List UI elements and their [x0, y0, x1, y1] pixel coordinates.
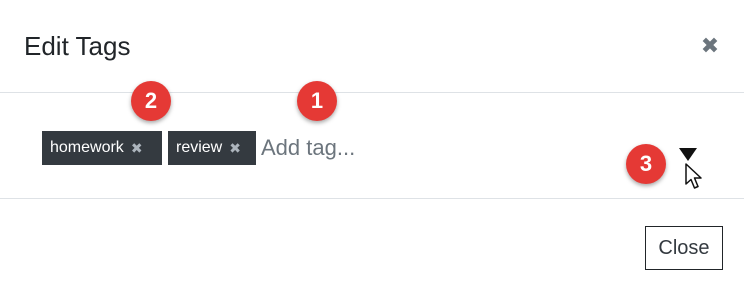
close-button[interactable]: Close: [645, 226, 723, 270]
annotation-badge-1: 1: [297, 81, 337, 121]
tag-remove-icon[interactable]: ✖: [229, 131, 241, 165]
tag-label: review: [176, 139, 223, 156]
annotation-badge-2: 2: [131, 81, 171, 121]
modal-footer: Close: [0, 199, 744, 293]
tag-chip-homework: homework ✖: [42, 131, 162, 165]
modal-header: Edit Tags ✖: [0, 0, 744, 93]
annotation-badge-3: 3: [626, 144, 666, 184]
modal-title: Edit Tags: [24, 31, 131, 61]
caret-down-icon[interactable]: [679, 148, 697, 161]
tag-remove-icon[interactable]: ✖: [131, 131, 143, 165]
tag-label: homework: [50, 139, 124, 156]
mouse-pointer-icon: [685, 163, 702, 189]
add-tag-input[interactable]: [261, 131, 561, 165]
modal-body: homework ✖ review ✖: [0, 93, 744, 199]
tag-chip-review: review ✖: [168, 131, 256, 165]
edit-tags-modal: Edit Tags ✖ homework ✖ review ✖ Close 1 …: [0, 0, 744, 293]
close-icon[interactable]: ✖: [697, 33, 723, 59]
